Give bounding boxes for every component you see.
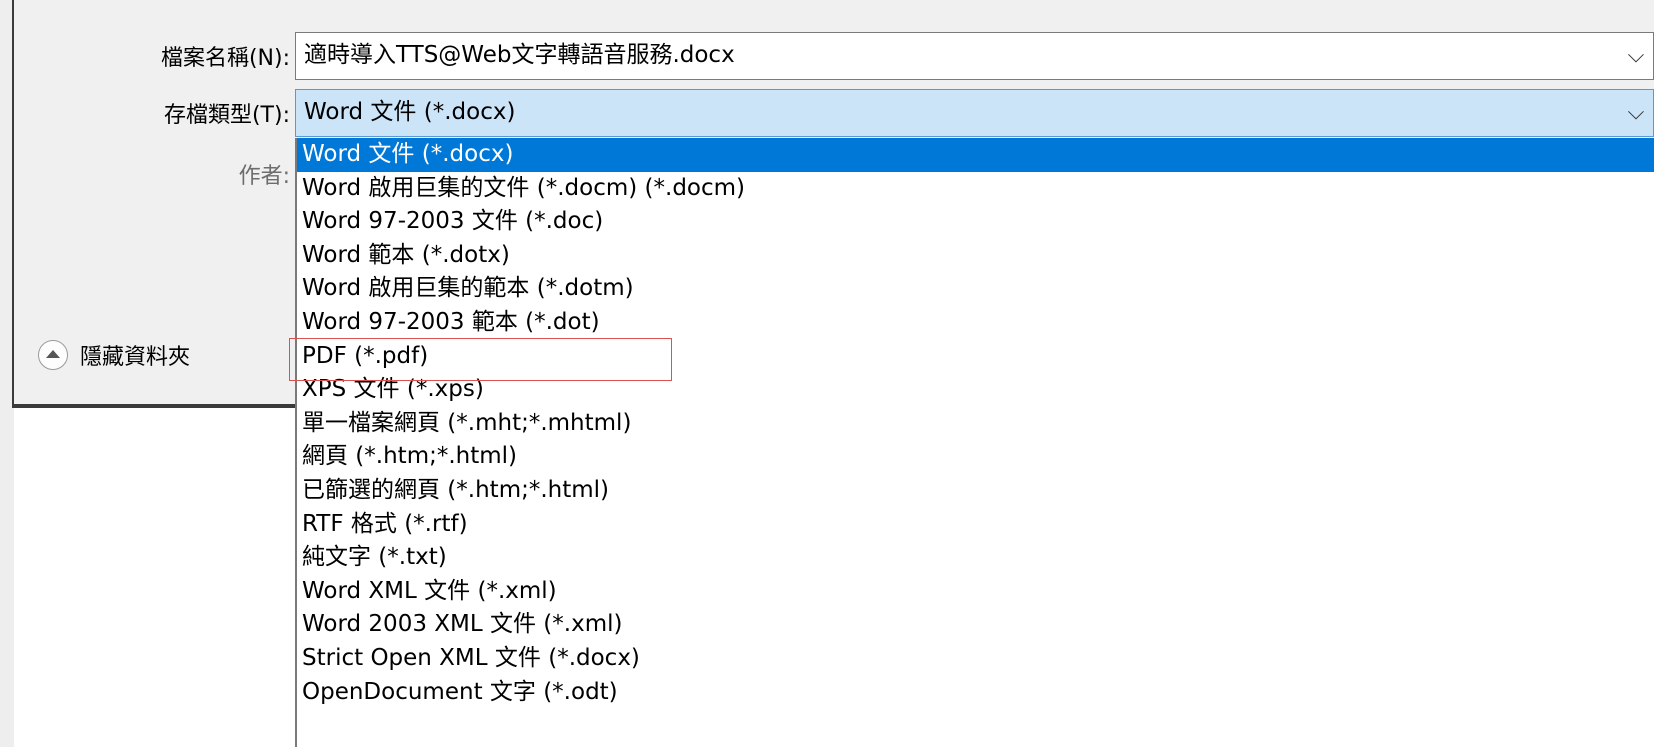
filename-label: 檔案名稱(N):: [160, 46, 290, 71]
dropdown-option-htm[interactable]: 網頁 (*.htm;*.html): [297, 440, 1654, 474]
filename-input[interactable]: 適時導入TTS@Web文字轉語音服務.docx ⌵: [295, 32, 1654, 80]
chevron-down-icon[interactable]: ⌵: [1619, 33, 1653, 79]
dropdown-option-dot[interactable]: Word 97-2003 範本 (*.dot): [297, 306, 1654, 340]
dropdown-option-word2003-xml[interactable]: Word 2003 XML 文件 (*.xml): [297, 608, 1654, 642]
collapse-up-icon: [38, 340, 68, 370]
dropdown-option-txt[interactable]: 純文字 (*.txt): [297, 541, 1654, 575]
dropdown-option-odt[interactable]: OpenDocument 文字 (*.odt): [297, 676, 1654, 710]
filetype-select[interactable]: Word 文件 (*.docx) ⌵: [295, 89, 1654, 137]
filetype-dropdown-list: Word 文件 (*.docx) Word 啟用巨集的文件 (*.docm) (…: [295, 138, 1654, 747]
dropdown-option-docx[interactable]: Word 文件 (*.docx): [297, 138, 1654, 172]
dropdown-option-word-xml[interactable]: Word XML 文件 (*.xml): [297, 575, 1654, 609]
dropdown-option-pdf[interactable]: PDF (*.pdf): [297, 340, 1654, 374]
hide-folders-button[interactable]: 隱藏資料夾: [38, 337, 190, 373]
author-label: 作者:: [238, 164, 290, 189]
hide-folders-label: 隱藏資料夾: [80, 345, 191, 370]
dropdown-option-doc[interactable]: Word 97-2003 文件 (*.doc): [297, 205, 1654, 239]
dropdown-option-dotm[interactable]: Word 啟用巨集的範本 (*.dotm): [297, 272, 1654, 306]
dropdown-option-dotx[interactable]: Word 範本 (*.dotx): [297, 239, 1654, 273]
filename-value: 適時導入TTS@Web文字轉語音服務.docx: [304, 42, 735, 68]
dropdown-option-strict-docx[interactable]: Strict Open XML 文件 (*.docx): [297, 642, 1654, 676]
chevron-down-icon[interactable]: ⌵: [1619, 90, 1653, 136]
dropdown-option-filtered-htm[interactable]: 已篩選的網頁 (*.htm;*.html): [297, 474, 1654, 508]
dropdown-option-docm[interactable]: Word 啟用巨集的文件 (*.docm) (*.docm): [297, 172, 1654, 206]
filetype-label: 存檔類型(T):: [163, 103, 290, 128]
filetype-value: Word 文件 (*.docx): [304, 99, 516, 125]
dropdown-option-xps[interactable]: XPS 文件 (*.xps): [297, 373, 1654, 407]
dropdown-option-rtf[interactable]: RTF 格式 (*.rtf): [297, 508, 1654, 542]
dropdown-option-mht[interactable]: 單一檔案網頁 (*.mht;*.mhtml): [297, 407, 1654, 441]
background-strip: [0, 0, 12, 747]
